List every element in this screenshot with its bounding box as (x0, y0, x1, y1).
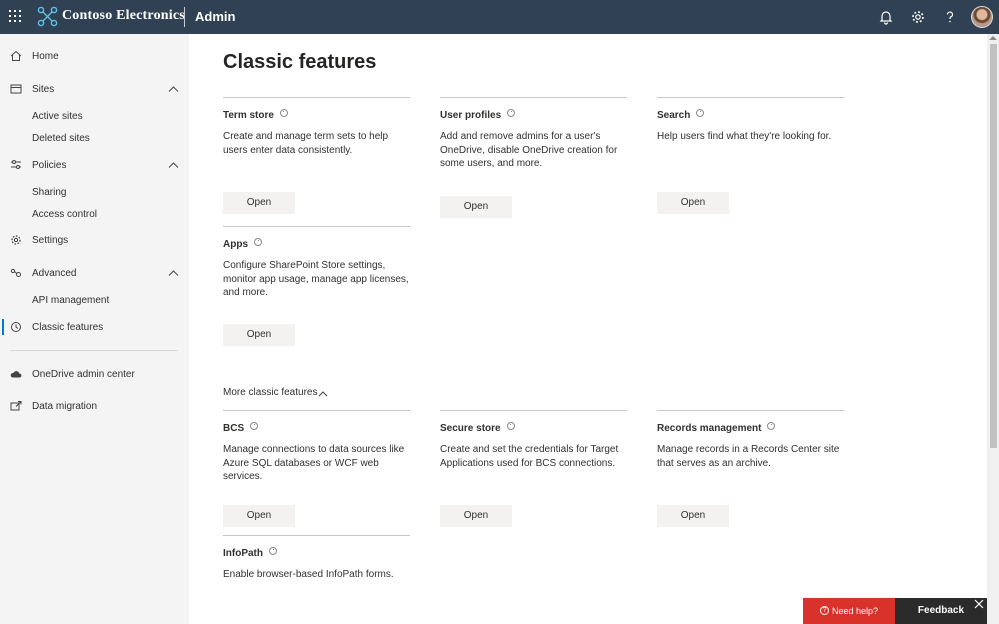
card-title: Search (657, 109, 705, 121)
sidebar-item-policies[interactable]: Policies (0, 155, 189, 177)
scrollbar-thumb[interactable] (990, 44, 997, 448)
chevron-up-icon[interactable] (168, 85, 179, 93)
open-button[interactable]: Open (440, 505, 512, 527)
card-secure-store: Secure store Create and set the credenti… (440, 410, 627, 535)
chevron-up-icon[interactable] (168, 161, 179, 169)
page-title: Classic features (223, 51, 377, 73)
home-icon (10, 50, 22, 62)
sidebar-item-data-migration[interactable]: Data migration (0, 396, 189, 418)
scroll-up-arrow-icon[interactable] (989, 36, 997, 40)
sidebar-item-access-control[interactable]: Access control (32, 209, 97, 220)
cloud-icon (10, 368, 22, 380)
need-help-label: Need help? (831, 606, 879, 616)
app-name[interactable]: Admin (195, 9, 235, 24)
avatar[interactable] (971, 6, 993, 28)
sidebar-item-classic-features[interactable]: Classic features (0, 317, 189, 339)
info-icon[interactable] (250, 422, 259, 430)
card-description: Manage connections to data sources like … (223, 444, 405, 482)
sidebar-item-label: Settings (32, 235, 69, 246)
card-description: Enable browser-based InfoPath forms. (223, 569, 394, 580)
card-title: Records management (657, 422, 776, 434)
sidebar-item-label: Classic features (32, 322, 104, 333)
help-icon[interactable] (942, 9, 958, 25)
card-title: User profiles (440, 109, 516, 121)
gear-icon[interactable] (910, 9, 926, 25)
sidebar-item-label: Data migration (32, 401, 98, 412)
open-button[interactable]: Open (223, 324, 295, 346)
sidebar-item-active-sites[interactable]: Active sites (32, 111, 83, 122)
advanced-icon (10, 267, 22, 279)
card-description: Help users find what they're looking for… (657, 131, 832, 142)
sites-icon (10, 83, 22, 95)
card-description: Create and set the credentials for Targe… (440, 444, 619, 469)
bell-icon[interactable] (878, 9, 894, 25)
brand-name[interactable]: Contoso Electronics (62, 8, 185, 24)
sidebar-item-deleted-sites[interactable]: Deleted sites (32, 133, 90, 144)
top-bar: Contoso Electronics Admin (0, 0, 999, 34)
card-title: Secure store (440, 422, 515, 434)
sidebar-item-sites[interactable]: Sites (0, 79, 189, 101)
close-icon[interactable] (974, 599, 984, 609)
card-description: Add and remove admins for a user's OneDr… (440, 131, 618, 169)
open-button[interactable]: Open (223, 505, 295, 527)
card-bcs: BCS Manage connections to data sources l… (223, 410, 410, 535)
open-button[interactable]: Open (657, 192, 729, 214)
card-infopath: InfoPath Enable browser-based InfoPath f… (223, 535, 410, 615)
chevron-up-icon[interactable] (168, 269, 179, 277)
help-icon: ? (819, 606, 829, 616)
app-launcher-icon[interactable] (9, 10, 23, 24)
sidebar-item-sharing[interactable]: Sharing (32, 187, 66, 198)
card-title: Apps (223, 238, 262, 250)
need-help-button[interactable]: ? Need help? (803, 598, 895, 624)
open-button[interactable]: Open (657, 505, 729, 527)
info-icon[interactable] (254, 238, 262, 246)
contoso-logo-icon (37, 6, 58, 27)
sidebar-item-api-management[interactable]: API management (32, 295, 109, 306)
sidebar-item-label: Sites (32, 84, 55, 95)
more-classic-features-toggle[interactable]: More classic features (223, 387, 317, 398)
chevron-up-icon[interactable] (318, 390, 328, 397)
sidebar-item-label: Policies (32, 160, 67, 171)
card-apps: Apps Configure SharePoint Store settings… (223, 226, 410, 356)
card-description: Create and manage term sets to help user… (223, 131, 389, 156)
sidebar-item-label: OneDrive admin center (32, 369, 135, 380)
card-title: InfoPath (223, 547, 277, 559)
gear-icon (10, 234, 22, 246)
sidebar: Home Sites Active sites Deleted sites Po… (0, 34, 189, 624)
history-icon (10, 321, 22, 333)
card-title: Term store (223, 109, 288, 121)
card-term-store: Term store Create and manage term sets t… (223, 97, 410, 225)
sidebar-item-advanced[interactable]: Advanced (0, 263, 189, 285)
info-icon[interactable] (767, 422, 776, 430)
open-button[interactable]: Open (223, 192, 295, 214)
sidebar-item-home[interactable]: Home (0, 46, 189, 68)
policies-icon (10, 159, 22, 171)
sidebar-divider (10, 350, 178, 351)
card-search: Search Help users find what they're look… (657, 97, 844, 225)
info-icon[interactable] (696, 109, 705, 117)
info-icon[interactable] (506, 422, 515, 430)
sidebar-item-label: Advanced (32, 268, 77, 279)
card-records-management: Records management Manage records in a R… (657, 410, 844, 535)
info-icon[interactable] (507, 109, 516, 117)
sidebar-item-onedrive-admin-center[interactable]: OneDrive admin center (0, 364, 189, 386)
card-description: Configure SharePoint Store settings, mon… (223, 260, 409, 298)
card-user-profiles: User profiles Add and remove admins for … (440, 97, 627, 225)
sidebar-item-settings[interactable]: Settings (0, 230, 189, 252)
card-title: BCS (223, 422, 259, 434)
migration-icon (10, 400, 22, 412)
info-icon[interactable] (279, 109, 288, 117)
card-description: Manage records in a Records Center site … (657, 444, 840, 469)
brand-divider (184, 7, 185, 27)
info-icon[interactable] (269, 547, 277, 555)
open-button[interactable]: Open (440, 196, 512, 218)
sidebar-item-label: Home (32, 51, 59, 62)
